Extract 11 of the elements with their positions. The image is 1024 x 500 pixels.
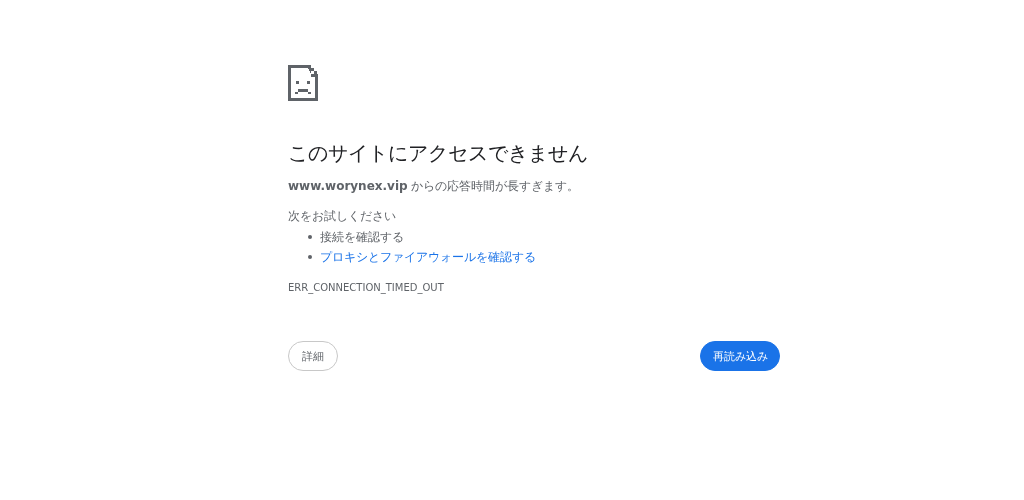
reload-button[interactable]: 再読み込み [700, 341, 780, 371]
details-button[interactable]: 詳細 [288, 341, 338, 371]
suggestion-link[interactable]: プロキシとファイアウォールを確認する [320, 247, 536, 267]
bullet-icon [308, 255, 312, 259]
error-message: www.worynex.vip からの応答時間が長すぎます。 [288, 178, 581, 195]
suggestion-text: 接続を確認する [320, 229, 404, 246]
sad-page-icon [288, 65, 318, 101]
error-title: このサイトにアクセスできません [288, 140, 589, 167]
error-code: ERR_CONNECTION_TIMED_OUT [288, 281, 445, 295]
suggestions-heading: 次をお試しください [288, 208, 397, 225]
bullet-icon [308, 235, 312, 239]
